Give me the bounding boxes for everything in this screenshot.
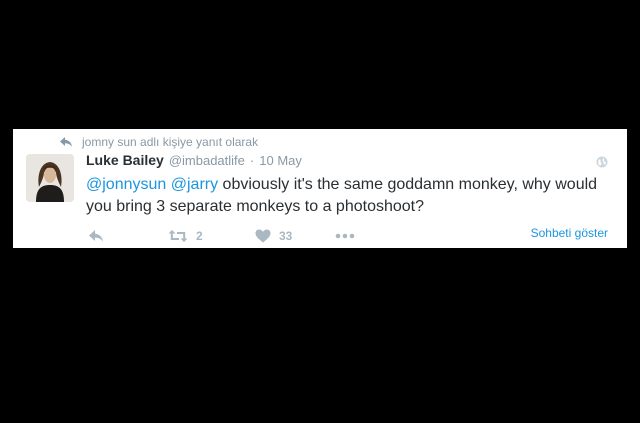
like-button[interactable]: 33 xyxy=(255,229,292,243)
mention-link[interactable]: @jonnysun xyxy=(86,176,166,193)
tweet-header: Luke Bailey @imbadatlife · 10 May xyxy=(86,152,302,170)
like-count: 33 xyxy=(279,229,293,243)
reply-button[interactable] xyxy=(88,229,104,243)
retweet-count: 2 xyxy=(196,229,203,243)
author-fullname[interactable]: Luke Bailey xyxy=(86,152,164,168)
avatar[interactable] xyxy=(26,154,74,202)
reply-context: jomny sun adlı kişiye yanıt olarak xyxy=(59,134,258,150)
reply-icon xyxy=(59,136,73,148)
mention-link[interactable]: @jarry xyxy=(171,176,218,193)
more-dots-icon xyxy=(335,229,355,243)
tweet-card[interactable]: jomny sun adlı kişiye yanıt olarak Luke … xyxy=(13,129,627,248)
avatar-image xyxy=(26,154,74,202)
retweet-icon xyxy=(168,229,188,243)
retweet-button[interactable]: 2 xyxy=(168,229,203,243)
heart-icon xyxy=(255,229,271,243)
reply-context-text[interactable]: jomny sun adlı kişiye yanıt olarak xyxy=(82,135,258,149)
show-conversation-link[interactable]: Sohbeti göster xyxy=(531,226,608,240)
header-separator: · xyxy=(249,153,255,168)
globe-icon xyxy=(596,155,608,168)
reply-icon xyxy=(88,229,104,243)
more-button[interactable] xyxy=(335,229,355,243)
author-username[interactable]: @imbadatlife xyxy=(169,153,245,168)
tweet-timestamp[interactable]: 10 May xyxy=(259,153,302,168)
tweet-actions: 2 33 xyxy=(86,229,386,245)
tweet-text: @jonnysun @jarry obviously it's the same… xyxy=(86,174,606,218)
